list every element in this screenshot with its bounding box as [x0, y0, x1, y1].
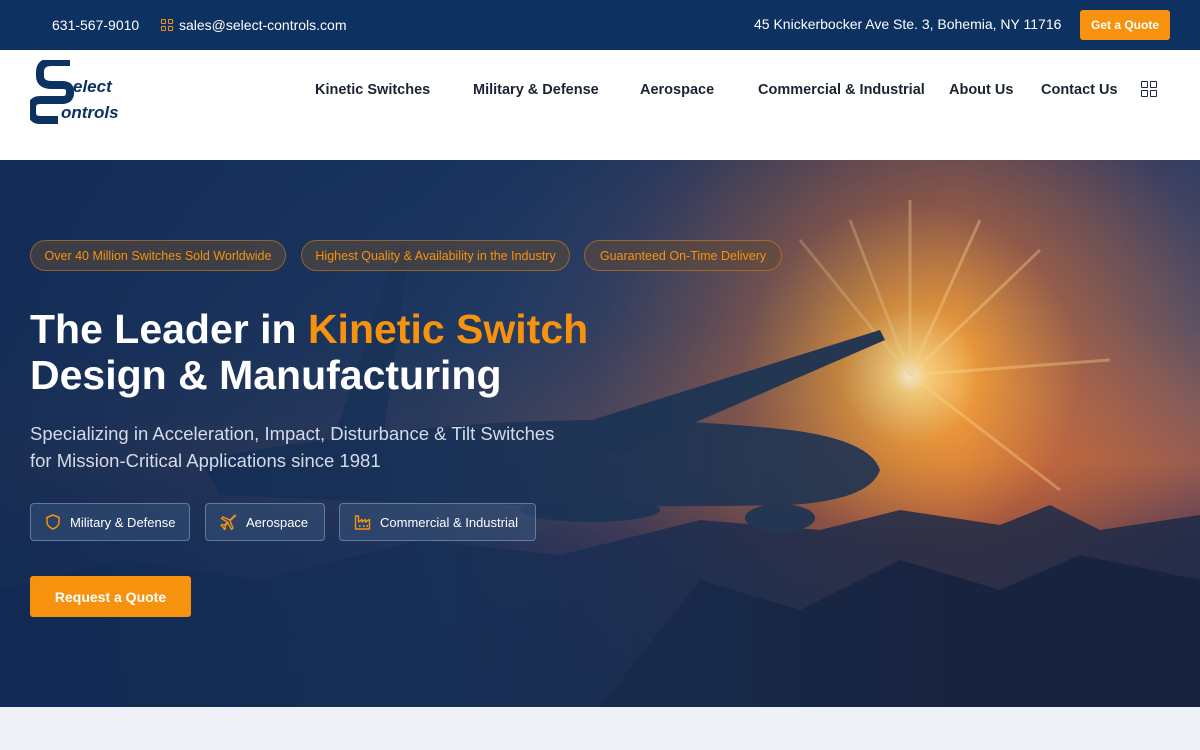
- request-a-quote-button[interactable]: Request a Quote: [30, 576, 191, 617]
- nav-about-us[interactable]: About Us: [949, 82, 1013, 98]
- get-a-quote-button[interactable]: Get a Quote: [1080, 10, 1170, 40]
- badge-quality: Highest Quality & Availability in the In…: [301, 240, 570, 271]
- category-label: Military & Defense: [70, 514, 176, 530]
- site-header: elect ontrols Kinetic Switches Military …: [0, 50, 1200, 160]
- email-icon: [161, 19, 173, 31]
- hero-subtitle-line2: for Mission-Critical Applications since …: [30, 450, 381, 471]
- nav-military-defense[interactable]: Military & Defense: [473, 82, 599, 98]
- hero-subtitle: Specializing in Acceleration, Impact, Di…: [30, 420, 554, 474]
- nav-kinetic-switches[interactable]: Kinetic Switches: [315, 82, 430, 98]
- category-military-defense-button[interactable]: Military & Defense: [30, 503, 190, 541]
- category-commercial-industrial-button[interactable]: Commercial & Industrial: [339, 503, 536, 541]
- select-controls-logo[interactable]: elect ontrols: [30, 60, 125, 124]
- hero-subtitle-line1: Specializing in Acceleration, Impact, Di…: [30, 423, 555, 444]
- category-label: Aerospace: [246, 514, 309, 530]
- category-label: Commercial & Industrial: [380, 514, 518, 530]
- badge-on-time-delivery: Guaranteed On-Time Delivery: [584, 240, 782, 271]
- logo-text-select: elect: [73, 77, 113, 96]
- logo-text-controls: ontrols: [61, 103, 119, 122]
- menu-grid-icon[interactable]: [1141, 81, 1157, 102]
- nav-contact-us[interactable]: Contact Us: [1041, 82, 1118, 98]
- next-section-strip: [0, 707, 1200, 750]
- hero-title-prefix: The Leader in: [30, 306, 308, 352]
- nav-aerospace[interactable]: Aerospace: [640, 82, 714, 98]
- top-bar: 631-567-9010 sales@select-controls.com 4…: [0, 0, 1200, 50]
- hero-title-line2: Design & Manufacturing: [30, 352, 502, 398]
- badge-switches-sold: Over 40 Million Switches Sold Worldwide: [30, 240, 286, 271]
- hero-section: Over 40 Million Switches Sold Worldwide …: [0, 160, 1200, 707]
- phone-link[interactable]: 631-567-9010: [52, 17, 139, 33]
- hero-title-accent: Kinetic Switch: [307, 306, 589, 352]
- address-text: 45 Knickerbocker Ave Ste. 3, Bohemia, NY…: [754, 16, 1062, 32]
- email-text: sales@select-controls.com: [179, 17, 347, 33]
- airplane-icon: [220, 514, 237, 530]
- hero-title: The Leader in Kinetic Switch Design & Ma…: [30, 306, 588, 398]
- nav-commercial-industrial[interactable]: Commercial & Industrial: [758, 82, 925, 98]
- category-aerospace-button[interactable]: Aerospace: [205, 503, 325, 541]
- factory-icon: [354, 515, 371, 530]
- email-link[interactable]: sales@select-controls.com: [161, 17, 347, 33]
- shield-icon: [46, 514, 60, 530]
